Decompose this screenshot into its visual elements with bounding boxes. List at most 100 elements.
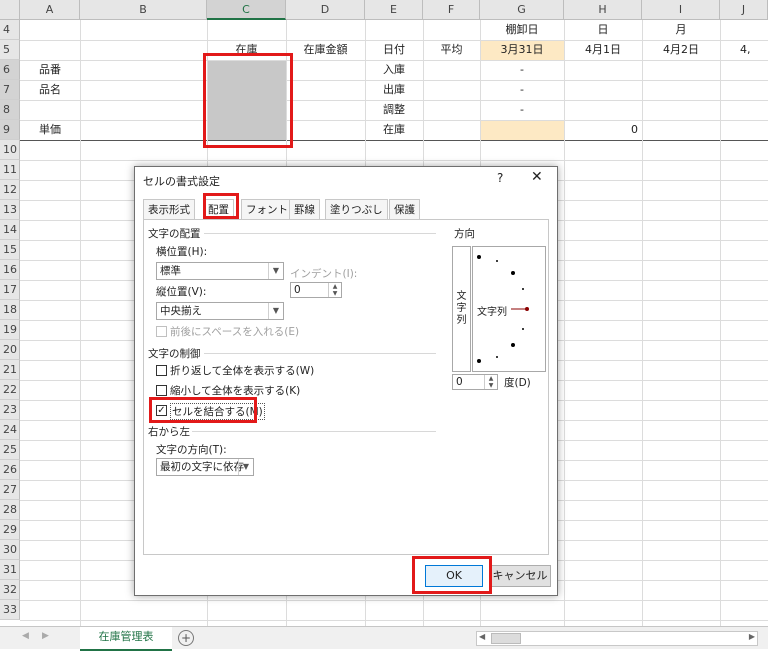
row-header[interactable]: 29 — [0, 520, 20, 540]
column-header-f[interactable]: F — [423, 0, 480, 20]
row-header[interactable]: 8 — [0, 100, 20, 120]
text-direction-value: 最初の文字に依存 — [160, 461, 244, 473]
degrees-spinner[interactable]: 0 ▲ ▼ — [452, 374, 498, 390]
row-header[interactable]: 23 — [0, 400, 20, 420]
cell-h9[interactable]: 0 — [564, 120, 638, 140]
row-header[interactable]: 28 — [0, 500, 20, 520]
row-header[interactable]: 32 — [0, 580, 20, 600]
tab-border[interactable]: 罫線 — [289, 199, 320, 220]
column-header-h[interactable]: H — [564, 0, 642, 20]
row-header[interactable]: 6 — [0, 60, 20, 80]
column-header-j[interactable]: J — [720, 0, 768, 20]
cell-a6[interactable]: 品番 — [20, 60, 80, 80]
column-header-i[interactable]: I — [642, 0, 720, 20]
row-header[interactable]: 33 — [0, 600, 20, 620]
vertical-select[interactable]: 中央揃え ▼ — [156, 302, 284, 320]
cell-g5[interactable]: 3月31日 — [480, 40, 564, 60]
row-header[interactable]: 24 — [0, 420, 20, 440]
select-all-corner[interactable] — [0, 0, 20, 20]
horizontal-select[interactable]: 標準 ▼ — [156, 262, 284, 280]
cell-a7[interactable]: 品名 — [20, 80, 80, 100]
row-header[interactable]: 10 — [0, 140, 20, 160]
scroll-left-icon[interactable]: ◀ — [479, 632, 485, 641]
row-header[interactable]: 27 — [0, 480, 20, 500]
row-header[interactable]: 14 — [0, 220, 20, 240]
row-header[interactable]: 20 — [0, 340, 20, 360]
close-icon[interactable]: ✕ — [531, 169, 543, 185]
cell-f5[interactable]: 平均 — [423, 40, 480, 60]
row-header[interactable]: 5 — [0, 40, 20, 60]
sheet-tab-inventory[interactable]: 在庫管理表 — [80, 627, 172, 651]
row-header[interactable]: 9 — [0, 120, 20, 140]
row-header[interactable]: 19 — [0, 320, 20, 340]
row-header[interactable]: 16 — [0, 260, 20, 280]
vertical-value: 中央揃え — [160, 305, 202, 317]
row-header[interactable]: 26 — [0, 460, 20, 480]
column-header-a[interactable]: A — [20, 0, 80, 20]
row-header[interactable]: 11 — [0, 160, 20, 180]
row-header[interactable]: 18 — [0, 300, 20, 320]
cell-i5[interactable]: 4月2日 — [642, 40, 720, 60]
cell-g8[interactable]: - — [480, 100, 564, 120]
alignment-panel: 文字の配置 横位置(H): 標準 ▼ インデント(I): 0 ▲ ▼ 縦位置(V)… — [143, 219, 549, 555]
row-header[interactable]: 17 — [0, 280, 20, 300]
row-header[interactable]: 15 — [0, 240, 20, 260]
chevron-down-icon: ▼ — [268, 303, 283, 319]
cell-e8[interactable]: 調整 — [365, 100, 423, 120]
cell-g4[interactable]: 棚卸日 — [480, 20, 564, 40]
row-header[interactable]: 25 — [0, 440, 20, 460]
tab-scroll-right-icon[interactable]: ▶ — [42, 631, 49, 641]
column-header-g[interactable]: G — [480, 0, 564, 20]
cell-g6[interactable]: - — [480, 60, 564, 80]
column-header-c[interactable]: C — [207, 0, 286, 20]
row-header[interactable]: 13 — [0, 200, 20, 220]
text-control-group-label: 文字の制御 — [148, 348, 201, 360]
cancel-button[interactable]: キャンセル — [489, 565, 551, 587]
justify-distributed-checkbox[interactable] — [156, 326, 167, 337]
cell-g7[interactable]: - — [480, 80, 564, 100]
indent-spinner[interactable]: 0 ▲ ▼ — [290, 282, 342, 298]
spin-down-icon[interactable]: ▼ — [329, 290, 341, 297]
row-header[interactable]: 7 — [0, 80, 20, 100]
tab-font[interactable]: フォント — [241, 199, 293, 220]
text-direction-select[interactable]: 最初の文字に依存 ▼ — [156, 458, 254, 476]
cell-e5[interactable]: 日付 — [365, 40, 423, 60]
orientation-dial[interactable]: 文字列 — [472, 246, 546, 372]
cell-e9[interactable]: 在庫 — [365, 120, 423, 140]
shrink-to-fit-checkbox[interactable] — [156, 385, 167, 396]
column-header-b[interactable]: B — [80, 0, 207, 20]
add-sheet-icon[interactable]: + — [178, 630, 194, 646]
cell-h4[interactable]: 日 — [564, 20, 642, 40]
column-header-d[interactable]: D — [286, 0, 365, 20]
chevron-down-icon: ▼ — [238, 459, 253, 475]
row-header[interactable]: 31 — [0, 560, 20, 580]
spin-down-icon[interactable]: ▼ — [485, 382, 497, 389]
wrap-text-checkbox[interactable] — [156, 365, 167, 376]
row-header[interactable]: 21 — [0, 360, 20, 380]
row-header[interactable]: 12 — [0, 180, 20, 200]
scroll-right-icon[interactable]: ▶ — [749, 632, 755, 641]
spin-up-icon[interactable]: ▲ — [329, 283, 341, 290]
cell-a9[interactable]: 単価 — [20, 120, 80, 140]
tab-scroll-left-icon[interactable]: ◀ — [22, 631, 29, 641]
tab-fill[interactable]: 塗りつぶし — [325, 199, 388, 220]
cell-h5[interactable]: 4月1日 — [564, 40, 642, 60]
cell-e7[interactable]: 出庫 — [365, 80, 423, 100]
row-header[interactable]: 30 — [0, 540, 20, 560]
cell-d5[interactable]: 在庫金額 — [286, 40, 365, 60]
row-header[interactable]: 4 — [0, 20, 20, 40]
help-icon[interactable]: ? — [497, 171, 503, 185]
cell-j5[interactable]: 4, — [740, 40, 768, 60]
tab-number[interactable]: 表示形式 — [143, 199, 195, 220]
tab-protection[interactable]: 保護 — [389, 199, 420, 220]
row-header[interactable]: 22 — [0, 380, 20, 400]
indent-label: インデント(I): — [290, 268, 358, 280]
spin-up-icon[interactable]: ▲ — [485, 375, 497, 382]
horizontal-scrollbar[interactable]: ◀ ▶ — [476, 631, 758, 646]
cell-e6[interactable]: 入庫 — [365, 60, 423, 80]
cell-g9-fill — [481, 121, 564, 140]
cell-i4[interactable]: 月 — [642, 20, 720, 40]
vertical-text-toggle[interactable]: 文字列 — [452, 246, 471, 372]
column-header-e[interactable]: E — [365, 0, 423, 20]
scrollbar-thumb[interactable] — [491, 633, 521, 644]
